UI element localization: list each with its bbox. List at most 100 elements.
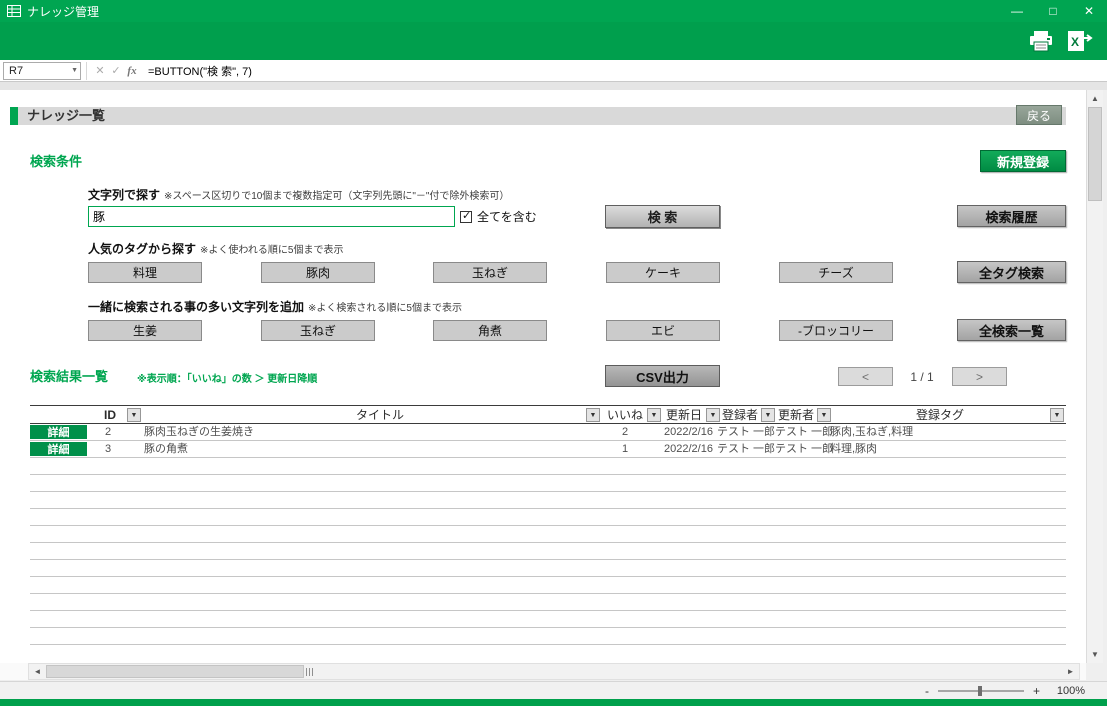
cell-tags: 料理,豚肉 bbox=[830, 442, 877, 457]
checkmark-icon: ✓ bbox=[462, 209, 471, 222]
page-indicator: 1 / 1 bbox=[896, 367, 948, 386]
results-title: 検索結果一覧 bbox=[30, 366, 108, 385]
zoom-out-button[interactable]: - bbox=[925, 684, 929, 698]
cell-title: 豚肉玉ねぎの生姜焼き bbox=[144, 425, 254, 440]
name-box-dropdown-icon[interactable]: ▼ bbox=[71, 67, 78, 74]
column-header-updater: 更新者 bbox=[775, 407, 817, 423]
detail-button[interactable]: 詳細 bbox=[30, 425, 87, 439]
related-term-button[interactable]: 角煮 bbox=[433, 320, 547, 341]
close-button[interactable]: ✕ bbox=[1071, 0, 1107, 22]
column-header-registrant: 登録者 bbox=[719, 407, 761, 423]
back-button[interactable]: 戻る bbox=[1016, 105, 1062, 125]
tag-button[interactable]: 玉ねぎ bbox=[433, 262, 547, 283]
zoom-slider[interactable] bbox=[938, 690, 1024, 692]
related-terms-label-row: 一緒に検索される事の多い文字列を追加 ※よく検索される順に5個まで表示 bbox=[88, 298, 462, 315]
popular-tags-label-row: 人気のタグから探す※よく使われる順に5個まで表示 bbox=[88, 240, 343, 257]
title-bar: ナレッジ管理 — □ ✕ bbox=[0, 0, 1107, 22]
tag-button[interactable]: 豚肉 bbox=[261, 262, 375, 283]
filter-dropdown-icon[interactable]: ▼ bbox=[706, 408, 720, 422]
horizontal-scrollbar[interactable]: ◄ ► bbox=[28, 663, 1080, 680]
scroll-left-icon[interactable]: ◄ bbox=[29, 664, 46, 679]
filter-dropdown-icon[interactable]: ▼ bbox=[586, 408, 600, 422]
filter-dropdown-icon[interactable]: ▼ bbox=[761, 408, 775, 422]
scroll-up-icon[interactable]: ▲ bbox=[1087, 90, 1103, 107]
related-term-button[interactable]: 玉ねぎ bbox=[261, 320, 375, 341]
tag-button[interactable]: チーズ bbox=[779, 262, 893, 283]
tag-button[interactable]: ケーキ bbox=[606, 262, 720, 283]
column-header-likes: いいね bbox=[604, 407, 646, 423]
filter-dropdown-icon[interactable]: ▼ bbox=[1050, 408, 1064, 422]
vertical-scrollbar[interactable]: ▲ ▼ bbox=[1086, 90, 1103, 663]
sheet-area: ナレッジ一覧 戻る 検索条件 新規登録 文字列で探す ※スペース区切りで10個まで… bbox=[0, 90, 1086, 663]
zoom-level: 100% bbox=[1049, 685, 1085, 697]
search-input[interactable] bbox=[88, 206, 455, 227]
maximize-button[interactable]: □ bbox=[1035, 0, 1071, 22]
popular-tags-label: 人気のタグから探す bbox=[88, 242, 196, 256]
next-page-button[interactable]: > bbox=[952, 367, 1007, 386]
insert-function-icon[interactable]: fx bbox=[124, 62, 140, 80]
cell-title: 豚の角煮 bbox=[144, 442, 188, 457]
related-term-button[interactable]: 生姜 bbox=[88, 320, 202, 341]
ribbon: X bbox=[0, 22, 1107, 60]
related-terms-note: ※よく検索される順に5個まで表示 bbox=[308, 303, 462, 314]
app-icon bbox=[7, 5, 21, 17]
search-history-button[interactable]: 検索履歴 bbox=[957, 205, 1066, 227]
formula-confirm-icon[interactable]: ✓ bbox=[108, 62, 124, 80]
formula-input[interactable]: =BUTTON("検 索", 7) bbox=[148, 63, 252, 79]
table-body: 詳細 2 豚肉玉ねぎの生姜焼き 2 2022/2/16 テスト 一郎 テスト 一… bbox=[30, 424, 1066, 645]
include-all-label: 全てを含む bbox=[477, 208, 537, 225]
excel-export-button[interactable]: X bbox=[1065, 29, 1093, 53]
cell-tags: 豚肉,玉ねぎ,料理 bbox=[830, 425, 913, 440]
include-all-option[interactable]: ✓ 全てを含む bbox=[460, 208, 537, 225]
h-scroll-grip[interactable] bbox=[306, 668, 315, 676]
text-search-label: 文字列で探す bbox=[88, 188, 160, 202]
filter-dropdown-icon[interactable]: ▼ bbox=[647, 408, 661, 422]
column-header-title: タイトル bbox=[150, 407, 610, 423]
csv-export-button[interactable]: CSV出力 bbox=[605, 365, 720, 387]
table-row: 詳細 2 豚肉玉ねぎの生姜焼き 2 2022/2/16 テスト 一郎 テスト 一… bbox=[30, 424, 1066, 441]
new-entry-button[interactable]: 新規登録 bbox=[980, 150, 1066, 172]
cell-reference-box[interactable]: R7 ▼ bbox=[3, 62, 81, 80]
formula-cancel-icon[interactable]: ✕ bbox=[92, 62, 108, 80]
svg-text:X: X bbox=[1071, 35, 1079, 49]
zoom-controls: - + 100% bbox=[925, 682, 1085, 699]
prev-page-button[interactable]: < bbox=[838, 367, 893, 386]
all-tags-button[interactable]: 全タグ検索 bbox=[957, 261, 1066, 283]
excel-export-icon: X bbox=[1065, 30, 1093, 52]
print-button[interactable] bbox=[1027, 29, 1055, 53]
v-scroll-thumb[interactable] bbox=[1088, 107, 1102, 201]
table-row-empty bbox=[30, 628, 1066, 645]
zoom-in-button[interactable]: + bbox=[1033, 684, 1040, 698]
cell-updater: テスト 一郎 bbox=[775, 442, 828, 457]
zoom-slider-thumb[interactable] bbox=[978, 686, 982, 696]
related-term-button[interactable]: -ブロッコリー bbox=[779, 320, 893, 341]
cell-updated: 2022/2/16 bbox=[664, 442, 716, 457]
filter-dropdown-icon[interactable]: ▼ bbox=[127, 408, 141, 422]
table-row-empty bbox=[30, 577, 1066, 594]
title-band bbox=[18, 107, 1066, 125]
related-term-button[interactable]: エビ bbox=[606, 320, 720, 341]
table-row-empty bbox=[30, 509, 1066, 526]
cell-id: 2 bbox=[88, 425, 128, 440]
include-all-checkbox[interactable]: ✓ bbox=[460, 211, 472, 223]
tag-button[interactable]: 料理 bbox=[88, 262, 202, 283]
related-terms-label: 一緒に検索される事の多い文字列を追加 bbox=[88, 300, 304, 314]
minimize-button[interactable]: — bbox=[999, 0, 1035, 22]
all-searches-button[interactable]: 全検索一覧 bbox=[957, 319, 1066, 341]
filter-dropdown-icon[interactable]: ▼ bbox=[817, 408, 831, 422]
table-row: 詳細 3 豚の角煮 1 2022/2/16 テスト 一郎 テスト 一郎 料理,豚… bbox=[30, 441, 1066, 458]
cell-registrant: テスト 一郎 bbox=[717, 442, 773, 457]
scroll-down-icon[interactable]: ▼ bbox=[1087, 646, 1103, 663]
toolbar-gap bbox=[0, 82, 1107, 90]
cell-updater: テスト 一郎 bbox=[775, 425, 828, 440]
cell-reference: R7 bbox=[9, 65, 23, 77]
column-header-tags: 登録タグ bbox=[840, 407, 1040, 423]
scroll-right-icon[interactable]: ► bbox=[1062, 664, 1079, 679]
search-button[interactable]: 検 索 bbox=[605, 205, 720, 228]
page-title: ナレッジ一覧 bbox=[27, 107, 105, 125]
search-conditions-title: 検索条件 bbox=[30, 151, 82, 170]
text-search-note: ※スペース区切りで10個まで複数指定可（文字列先頭に"－"付で除外検索可） bbox=[164, 191, 509, 202]
h-scroll-thumb[interactable] bbox=[46, 665, 304, 678]
formula-bar: R7 ▼ ✕ ✓ fx =BUTTON("検 索", 7) bbox=[0, 60, 1107, 82]
detail-button[interactable]: 詳細 bbox=[30, 442, 87, 456]
